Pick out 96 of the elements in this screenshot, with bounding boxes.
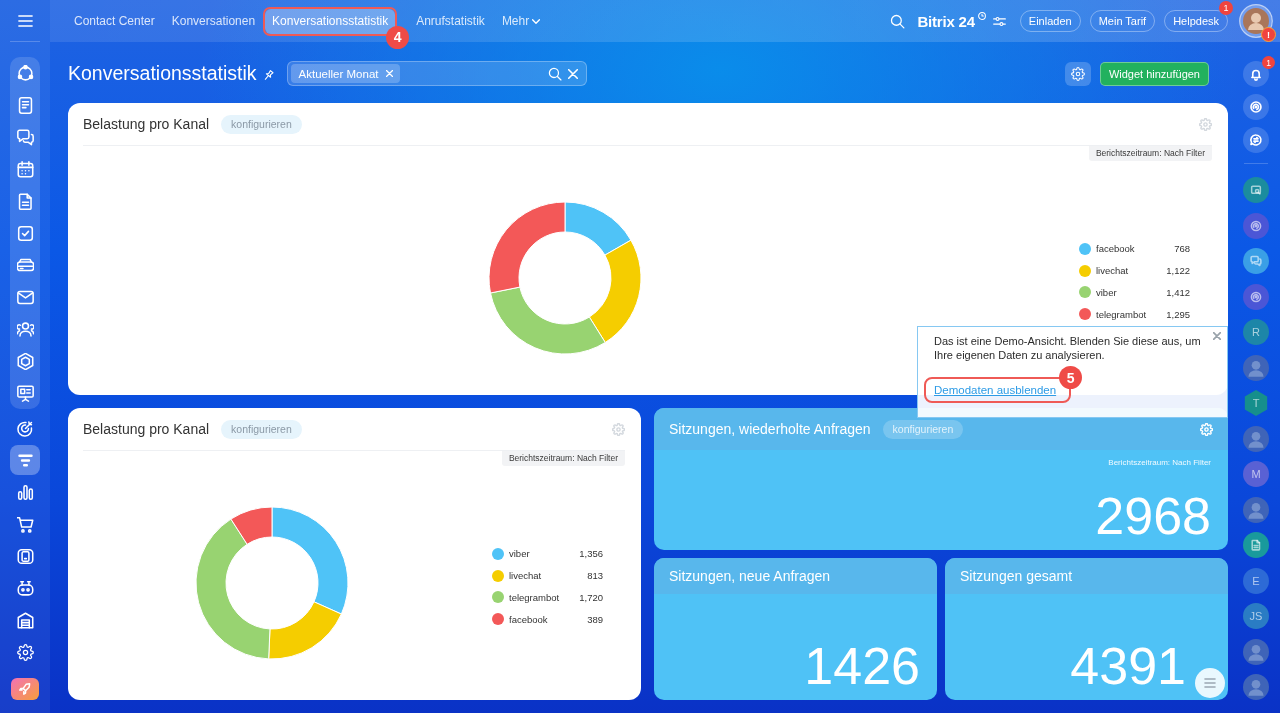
bell-icon[interactable] [1243, 61, 1269, 87]
nodes-icon [16, 64, 34, 82]
letter-avatar[interactable]: JS [1243, 603, 1269, 629]
legend-label: facebook [1096, 243, 1135, 255]
period-tag: Berichtszeitraum: Nach Filter [501, 451, 625, 466]
rocket-icon[interactable] [11, 678, 39, 700]
sidebar-item[interactable] [10, 445, 40, 475]
nav-tab[interactable]: Konversationen [164, 8, 263, 34]
presentation-icon [16, 384, 34, 402]
letter-avatar[interactable]: E [1243, 567, 1269, 594]
callout-badge: 4 [386, 25, 410, 49]
swirl-icon[interactable] [1243, 283, 1269, 310]
avatar-icon[interactable] [1243, 425, 1269, 452]
add-widget-button[interactable]: Widget hinzufügen [1099, 61, 1209, 86]
device-icon [16, 547, 34, 565]
chat-arrows-icon[interactable] [1243, 127, 1269, 153]
metric-value: 4391 [1070, 640, 1186, 692]
nav-tab[interactable]: Konversationsstatistik [265, 8, 396, 34]
swirl-icon[interactable] [1243, 94, 1269, 120]
calendar-icon [16, 160, 34, 178]
nav-tab[interactable]: Contact Center [67, 8, 162, 34]
period-label: Berichtszeitraum: Nach Filter [1108, 458, 1211, 467]
logo: Bitrix 24 [917, 12, 975, 30]
legend-label: viber [1096, 286, 1117, 298]
hide-demo-link[interactable]: Demodaten ausblenden [934, 384, 1057, 396]
avatar-icon[interactable] [1243, 496, 1269, 523]
callout-badge: 5 [1059, 366, 1083, 389]
legend-label: livechat [509, 570, 542, 582]
popup-text: Das ist eine Demo-Ansicht. Blenden Sie diese aus, um Ihre eigenen Daten zu analysieren. [934, 334, 1202, 362]
alert-badge: ! [1261, 27, 1276, 42]
chat-icon[interactable] [1243, 248, 1269, 274]
letter-avatar[interactable]: M [1243, 461, 1269, 487]
legend-label: viber [509, 548, 530, 560]
target-icon [16, 419, 34, 437]
legend-label: livechat [1096, 265, 1129, 277]
legend-label: telegrambot [509, 591, 560, 603]
nav-tab[interactable]: Mehr [494, 8, 548, 34]
document-icon [16, 192, 34, 210]
legend-value: 1,356 [579, 548, 603, 560]
card-title: Belastung pro Kanal [83, 421, 210, 437]
legend-label: telegrambot [1096, 308, 1147, 320]
nav-tab[interactable]: Anrufstatistik [409, 8, 492, 34]
document-icon[interactable] [1243, 532, 1269, 558]
settings-icon [1070, 66, 1085, 81]
legend-value: 1,412 [1166, 286, 1190, 298]
configure-button[interactable]: konfigurieren [221, 419, 302, 439]
robot-icon [16, 579, 34, 597]
search-icon[interactable] [547, 66, 562, 81]
close-icon[interactable] [1213, 332, 1221, 340]
card-title: Sitzungen, neue Anfragen [669, 568, 831, 584]
legend-value: 813 [587, 570, 603, 582]
bar-chart-icon [16, 483, 34, 501]
hexagon-icon [16, 352, 34, 370]
clock-icon [977, 12, 986, 20]
legend-label: facebook [509, 613, 548, 625]
legend-value: 768 [1174, 243, 1190, 255]
avatar-icon[interactable] [1239, 4, 1273, 38]
drive-icon [16, 256, 34, 274]
avatar-icon[interactable] [1243, 354, 1269, 381]
settings-button[interactable] [1064, 61, 1091, 86]
newspaper-icon [16, 96, 34, 114]
people-icon [16, 320, 34, 338]
card-title: Sitzungen gesamt [960, 568, 1073, 584]
notification-badge: 1 [1219, 1, 1233, 15]
window-search-icon[interactable] [1243, 177, 1269, 203]
cart-icon [16, 515, 34, 533]
legend-value: 1,295 [1166, 308, 1190, 320]
caret-icon [532, 18, 541, 24]
menu-icon[interactable] [17, 14, 33, 27]
page-title: Konversationsstatistik [68, 62, 257, 85]
legend-value: 1,720 [579, 591, 603, 603]
card-title: Belastung pro Kanal [83, 116, 210, 132]
letter-avatar[interactable]: R [1243, 319, 1269, 345]
settings-icon [16, 643, 34, 661]
metric-value: 2968 [1095, 490, 1211, 542]
letter-avatar[interactable]: T [1243, 390, 1269, 416]
period-tag: Berichtszeitraum: Nach Filter [1088, 146, 1212, 161]
warehouse-icon [16, 611, 34, 629]
mail-icon [16, 288, 34, 306]
chat-icon [16, 128, 34, 146]
configure-button[interactable]: konfigurieren [882, 419, 964, 439]
avatar-icon[interactable] [1243, 638, 1269, 665]
metric-value: 1426 [804, 640, 920, 692]
checkbox-icon [16, 224, 34, 242]
avatar-icon[interactable] [1243, 674, 1269, 700]
filter-field[interactable]: Aktueller Monat [286, 61, 587, 86]
sliders-icon[interactable] [992, 14, 1006, 28]
card-title: Sitzungen, wiederholte Anfragen [669, 421, 871, 437]
swirl-icon[interactable] [1243, 212, 1269, 239]
legend-value: 1,122 [1166, 265, 1190, 277]
search-icon[interactable] [890, 13, 906, 29]
pin-icon[interactable] [262, 70, 274, 81]
filter-chip[interactable]: Aktueller Monat [290, 64, 400, 83]
legend-value: 389 [587, 613, 603, 625]
notification-badge: 1 [1262, 56, 1275, 69]
configure-button[interactable]: konfigurieren [221, 114, 302, 134]
